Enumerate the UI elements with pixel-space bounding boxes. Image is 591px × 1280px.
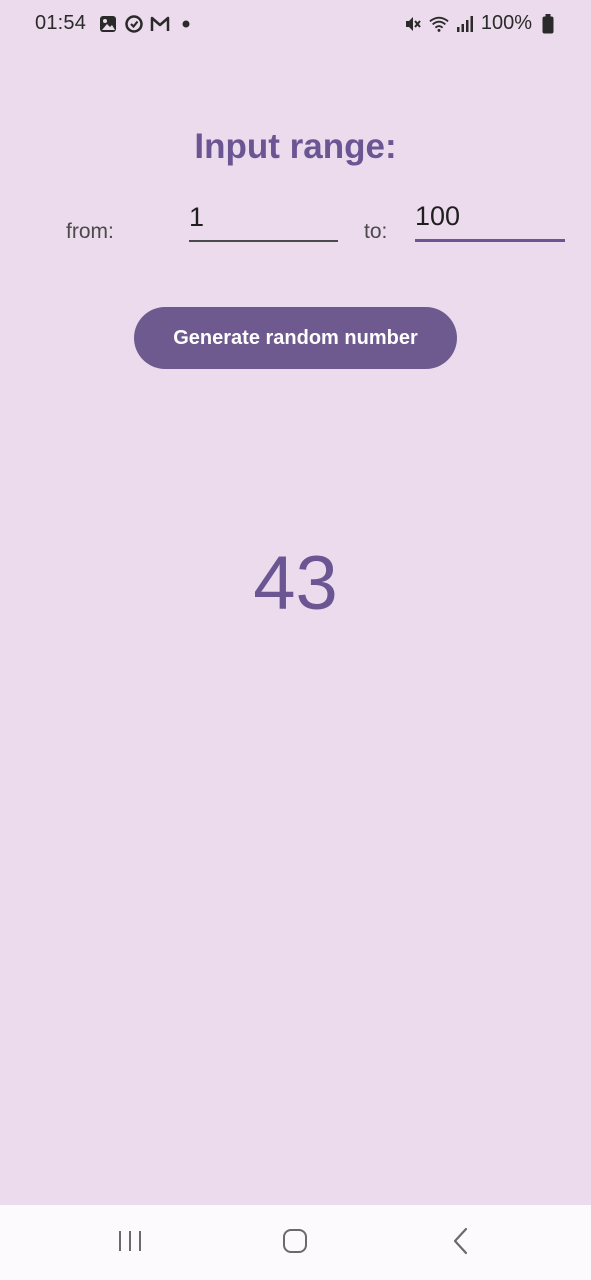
status-bar: 01:54 100%	[0, 0, 591, 48]
back-button[interactable]	[441, 1227, 481, 1259]
recents-button[interactable]	[110, 1227, 150, 1259]
status-left: 01:54	[35, 12, 196, 35]
from-input[interactable]	[189, 198, 338, 242]
sync-icon	[124, 14, 144, 34]
mute-icon	[403, 14, 423, 34]
to-label: to:	[364, 220, 388, 243]
status-right: 100%	[403, 12, 558, 35]
home-icon	[282, 1228, 308, 1259]
page-title: Input range:	[194, 127, 397, 166]
from-label: from:	[66, 220, 114, 243]
status-time: 01:54	[35, 12, 87, 34]
signal-icon	[455, 14, 475, 34]
home-button[interactable]	[275, 1227, 315, 1259]
to-input[interactable]	[415, 198, 565, 242]
generate-button[interactable]: Generate random number	[134, 307, 457, 369]
gmail-icon	[150, 14, 170, 34]
battery-icon	[538, 13, 558, 34]
recents-icon	[117, 1229, 143, 1258]
battery-percent: 100%	[480, 12, 532, 34]
dot-icon	[176, 14, 196, 34]
navigation-bar	[0, 1205, 591, 1280]
gallery-icon	[98, 14, 118, 34]
result-number: 43	[253, 541, 338, 626]
wifi-icon	[429, 14, 449, 34]
back-icon	[451, 1227, 471, 1260]
